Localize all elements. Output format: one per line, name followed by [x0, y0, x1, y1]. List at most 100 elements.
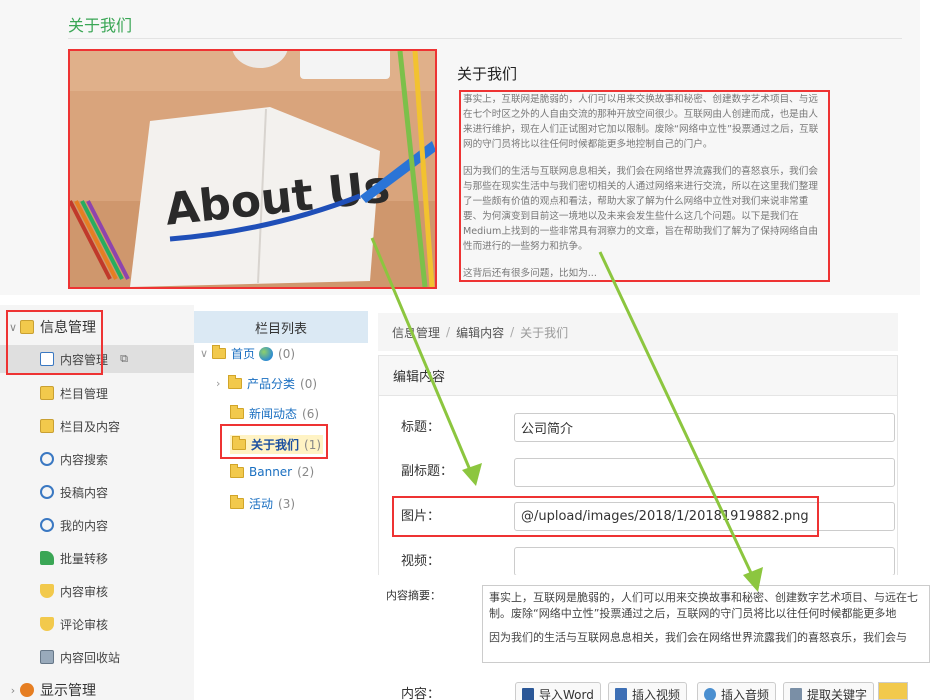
title-input[interactable]: [514, 413, 895, 442]
shield-icon: [40, 617, 54, 631]
sidebar-item-label: 栏目及内容: [60, 419, 121, 434]
tree-node-count: (0): [300, 376, 318, 391]
tree-node-count: (6): [302, 406, 320, 421]
folder-icon: [230, 463, 244, 478]
breadcrumb: 信息管理 / 编辑内容 / 关于我们: [378, 313, 898, 351]
breadcrumb-item[interactable]: 编辑内容: [456, 324, 504, 341]
folder-icon: [40, 386, 54, 400]
tree-node-about-us[interactable]: 关于我们 (1): [230, 435, 324, 454]
breadcrumb-item[interactable]: 信息管理: [392, 324, 440, 341]
heading-divider: [68, 38, 902, 39]
video-input[interactable]: [514, 547, 895, 576]
search-icon: [40, 518, 54, 532]
about-paragraph-3: 这背后还有很多问题，比如为...: [463, 268, 597, 279]
column-tree-header: 栏目列表: [194, 311, 368, 343]
button-label: 导入Word: [539, 687, 594, 700]
tree-node-count: (2): [297, 465, 315, 479]
summary-textarea[interactable]: 事实上，互联网是脆弱的，人们可以用来交换故事和秘密、创建数字艺术项目、与远在七 …: [482, 585, 930, 663]
sidebar-item-label: 内容管理: [60, 352, 109, 367]
tree-node-label: 关于我们: [251, 438, 300, 452]
sidebar-item-submissions[interactable]: 投稿内容: [0, 478, 194, 506]
sidebar-item-comment-review[interactable]: 评论审核: [0, 610, 194, 638]
button-label: 插入视频: [632, 687, 681, 700]
tree-node-label: 活动: [249, 497, 274, 511]
chevron-down-icon: ∨: [200, 347, 209, 360]
sidebar-item-recycle-bin[interactable]: 内容回收站: [0, 643, 194, 671]
tree-node-news[interactable]: 新闻动态 (6): [230, 405, 319, 422]
open-new-window-icon[interactable]: ⧉: [120, 352, 128, 366]
audio-icon: [704, 687, 716, 700]
button-label: 提取关键字: [807, 687, 868, 700]
tree-node-products[interactable]: › 产品分类 (0): [216, 375, 317, 392]
about-body-text: 事实上，互联网是脆弱的，人们可以用来交换故事和秘密、创建数字艺术项目、与远在七个…: [459, 90, 830, 282]
tree-node-label: 产品分类: [247, 377, 296, 391]
arrow-icon: [40, 551, 54, 565]
button-label: 插入音频: [721, 687, 770, 700]
sidebar-item-column-and-content[interactable]: 栏目及内容: [0, 412, 194, 440]
sidebar-item-batch-transfer[interactable]: 批量转移: [0, 544, 194, 572]
tree-node-count: (1): [304, 437, 322, 452]
card-title: 编辑内容: [379, 356, 897, 396]
title-label: 标题：: [401, 420, 441, 435]
tree-node-label: 新闻动态: [249, 407, 298, 421]
display-icon: [20, 683, 34, 697]
insert-audio-button[interactable]: 插入音频: [697, 682, 777, 700]
sidebar-item-label: 批量转移: [60, 551, 109, 566]
summary-line: 制。废除“网络中立性”投票通过之后，互联网的守门员将比以往任何时候都能更多地: [489, 607, 897, 620]
sidebar-item-label: 投稿内容: [60, 485, 109, 500]
sidebar-item-label: 评论审核: [60, 617, 109, 632]
about-paragraph-1: 事实上，互联网是脆弱的，人们可以用来交换故事和秘密、创建数字艺术项目、与远在七个…: [463, 94, 819, 150]
search-icon: [40, 485, 54, 499]
shield-icon: [40, 584, 54, 598]
summary-line: 事实上，互联网是脆弱的，人们可以用来交换故事和秘密、创建数字艺术项目、与远在七: [489, 591, 918, 604]
more-tools-icon[interactable]: [878, 682, 908, 700]
subtitle-input[interactable]: [514, 458, 895, 487]
recycle-icon: [40, 650, 54, 664]
folder-open-icon: [212, 345, 226, 359]
about-us-image: About Us: [68, 49, 437, 289]
about-us-preview: 关于我们 About Us 关于我们 事实上，互联网是脆弱的，人们可以用来交换故…: [0, 0, 920, 295]
video-label: 视频：: [401, 554, 441, 569]
tree-node-events[interactable]: 活动 (3): [230, 495, 295, 512]
word-icon: [522, 687, 534, 700]
sidebar-item-label: 栏目管理: [60, 386, 109, 401]
breadcrumb-separator: /: [510, 325, 515, 339]
sidebar-item-column-management[interactable]: 栏目管理: [0, 379, 194, 407]
folder-icon: [230, 405, 244, 419]
video-icon: [615, 687, 627, 700]
sidebar-item-label: 内容回收站: [60, 650, 121, 665]
image-label: 图片：: [401, 509, 441, 524]
image-path-input[interactable]: [514, 502, 895, 531]
page-heading: 关于我们: [68, 16, 133, 35]
sidebar-group-info-management[interactable]: ∨ 信息管理: [0, 313, 194, 341]
insert-video-button[interactable]: 插入视频: [608, 682, 688, 700]
tree-node-count: (3): [278, 496, 296, 511]
sidebar-item-label: 我的内容: [60, 518, 109, 533]
tree-node-home[interactable]: ∨ 首页 (0): [200, 345, 295, 362]
extract-keywords-button[interactable]: 提取关键字: [783, 682, 875, 700]
sidebar-item-my-content[interactable]: 我的内容: [0, 511, 194, 539]
import-word-button[interactable]: 导入Word: [515, 682, 601, 700]
sidebar-item-content-search[interactable]: 内容搜索: [0, 445, 194, 473]
tree-node-label: 首页: [231, 347, 256, 361]
folder-doc-icon: [40, 419, 54, 433]
content-label: 内容：: [401, 687, 441, 700]
globe-icon: [259, 346, 274, 361]
subtitle-label: 副标题：: [401, 464, 454, 479]
folder-icon: [228, 375, 242, 389]
sidebar-group-display-management[interactable]: › 显示管理: [0, 676, 194, 700]
tree-node-banner[interactable]: Banner (2): [230, 463, 315, 479]
tree-node-count: (0): [278, 346, 296, 361]
sidebar-item-label: 内容搜索: [60, 452, 109, 467]
sidebar-item-content-review[interactable]: 内容审核: [0, 577, 194, 605]
chevron-right-icon: ›: [216, 377, 221, 390]
breadcrumb-separator: /: [446, 325, 451, 339]
sidebar-group-label: 显示管理: [40, 683, 96, 699]
sidebar-item-content-management[interactable]: 内容管理 ⧉: [0, 345, 194, 373]
about-title: 关于我们: [457, 65, 518, 83]
tree-node-label: Banner: [249, 465, 293, 479]
chevron-down-icon: ∨: [8, 320, 18, 334]
search-icon: [40, 452, 54, 466]
folder-icon: [232, 436, 246, 450]
summary-label: 内容摘要：: [386, 589, 441, 602]
